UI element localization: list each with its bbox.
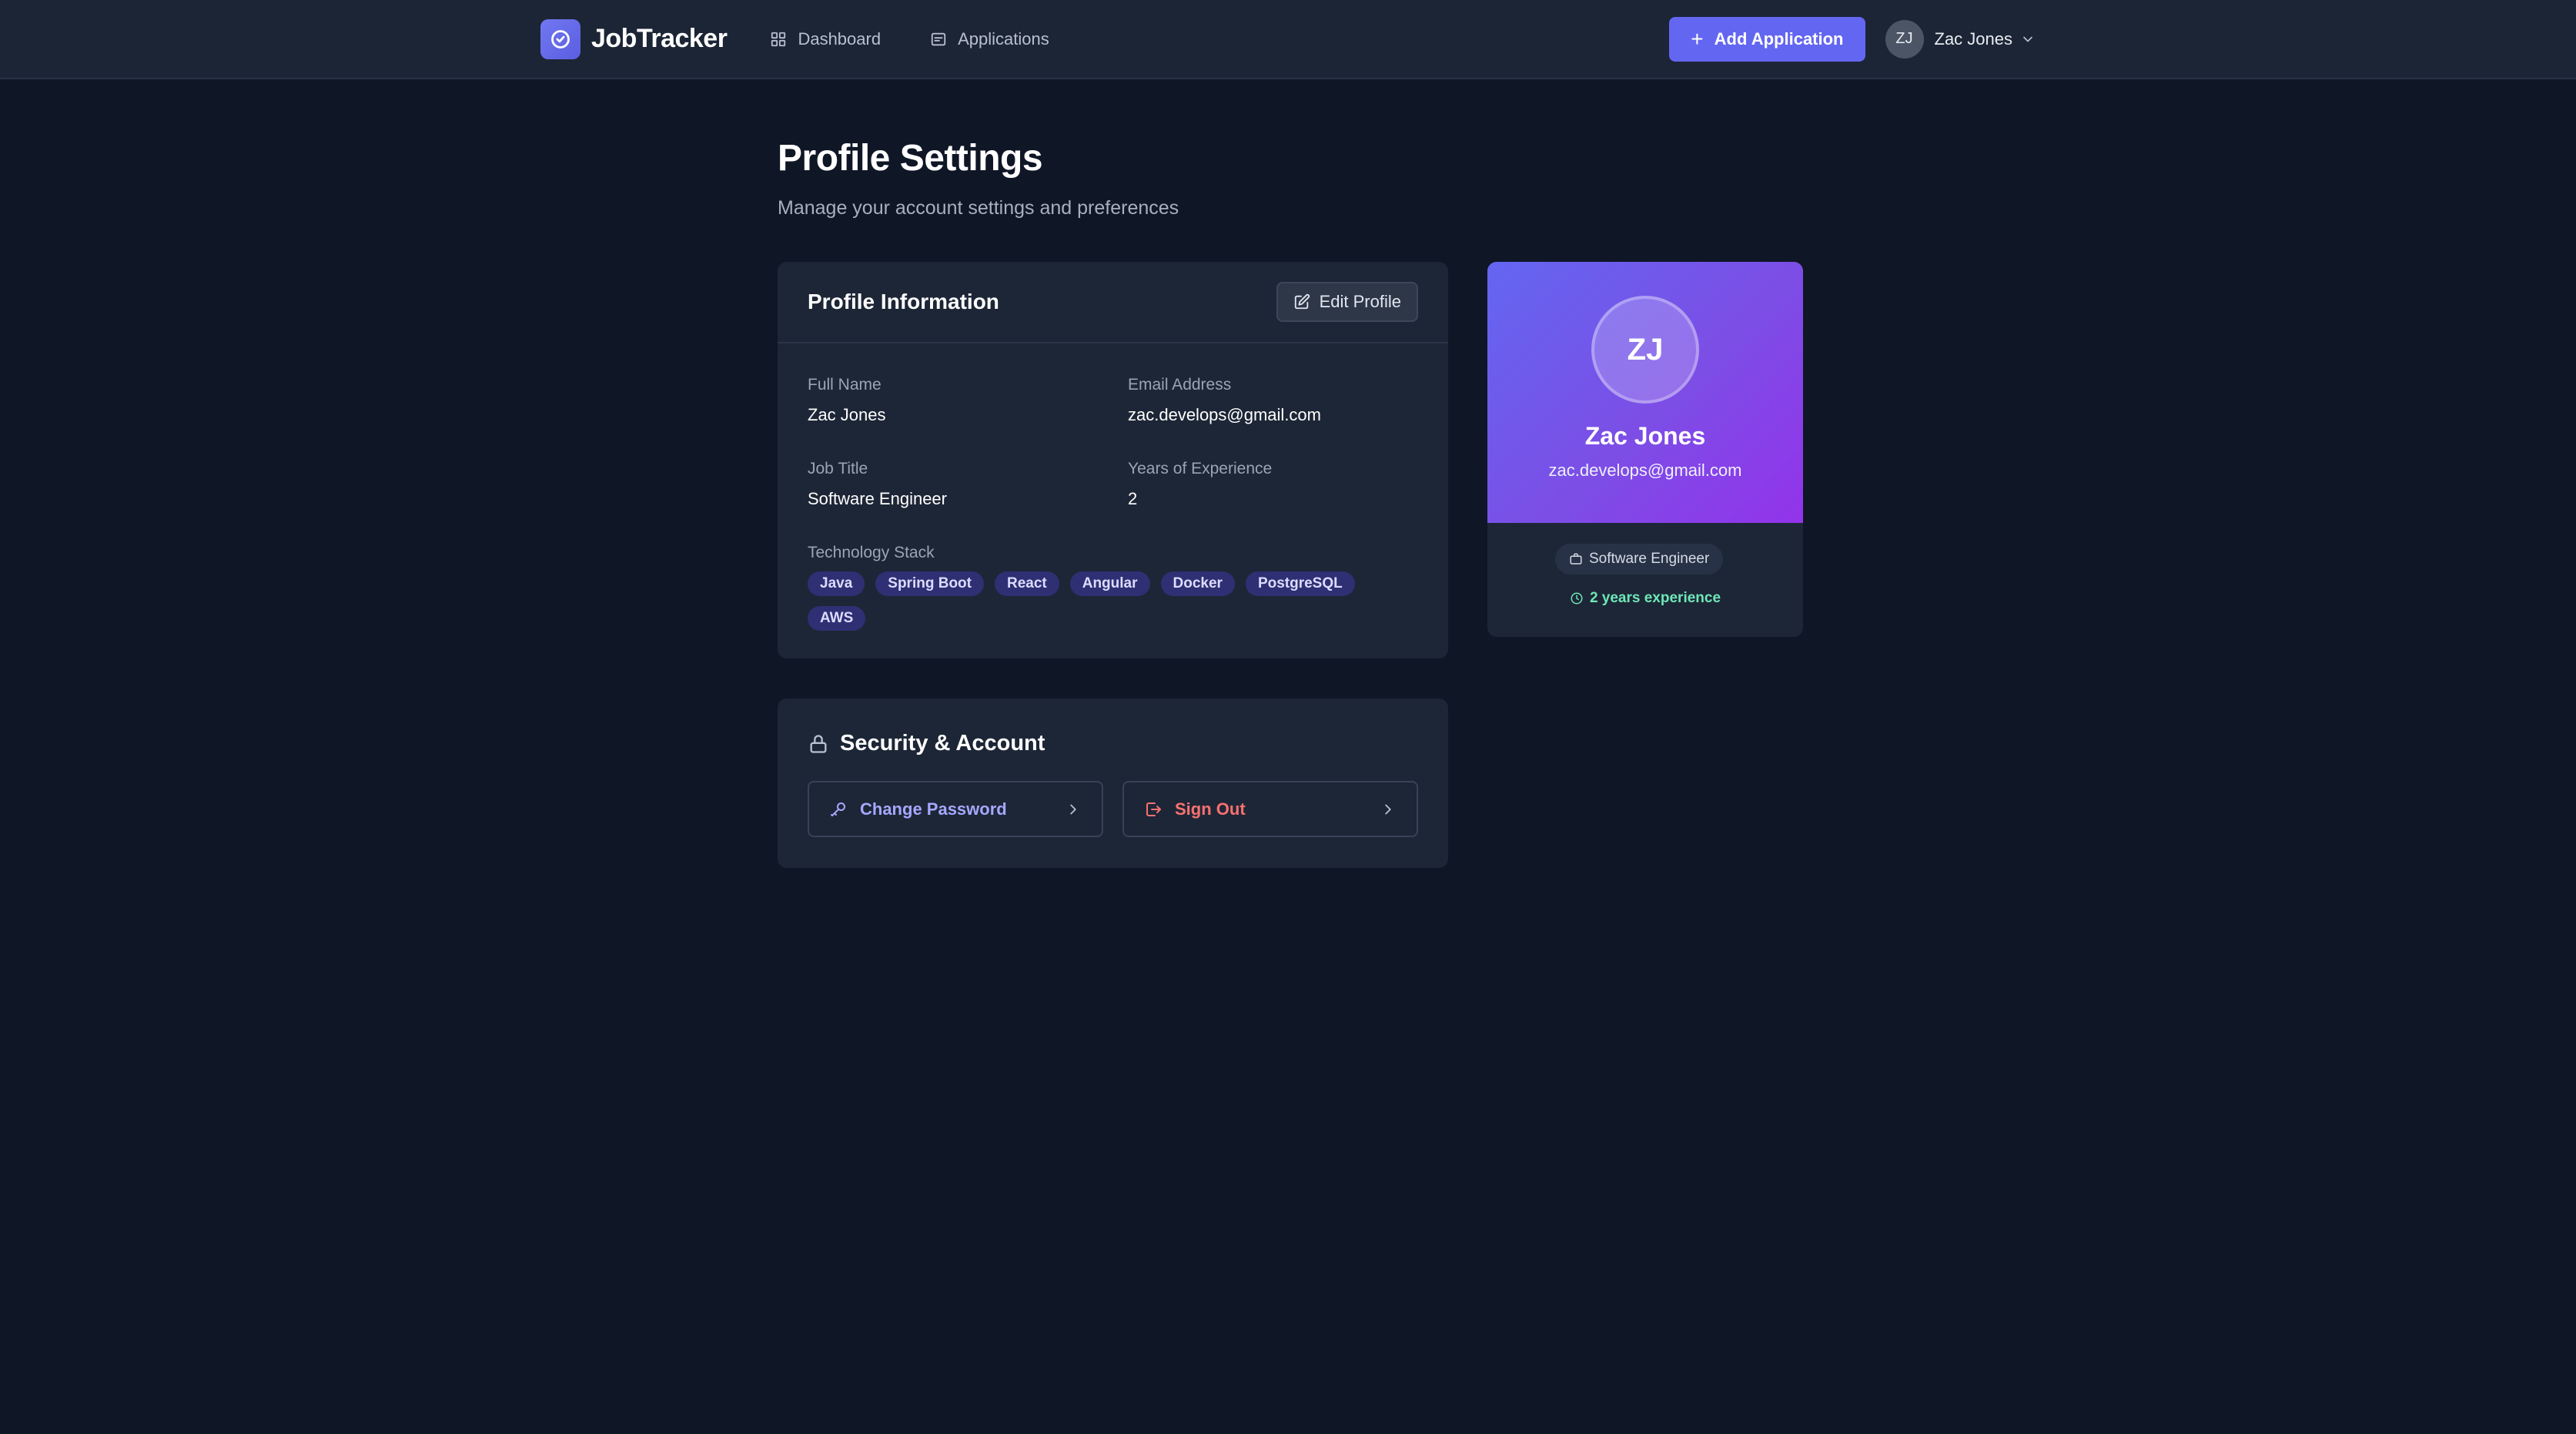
key-icon [831,802,845,816]
tech-tag: Docker [1160,571,1235,596]
job-title-label: Job Title [808,460,868,477]
chevron-down-icon [2023,36,2032,42]
tech-tag: React [994,571,1059,596]
user-menu[interactable]: ZJ Zac Jones [1885,19,2036,59]
list-icon [931,32,946,45]
change-password-label: Change Password [860,799,1007,819]
logout-icon [1146,802,1161,816]
grid-icon [771,32,786,46]
app-name[interactable]: JobTracker [591,24,728,54]
add-application-label: Add Application [1714,28,1844,49]
nav-link-applications[interactable]: Applications [930,29,1049,49]
experience-value: 2 [1128,489,1138,508]
top-navbar: JobTracker Dashboard Applications + Add … [0,0,2576,79]
full-name-value: Zac Jones [808,405,886,424]
profile-summary-email: zac.develops@gmail.com [1548,461,1742,480]
experience-badge-text: 2 years experience [1589,590,1721,606]
job-title-value: Software Engineer [808,489,947,508]
tech-tag: Java [808,571,865,596]
clock-icon [1571,592,1583,605]
sign-out-button[interactable]: Sign Out [1122,781,1418,837]
tech-tag: Spring Boot [875,571,984,596]
experience-badge: 2 years experience [1487,590,1803,607]
plus-icon: + [1691,26,1704,51]
email-value: zac.develops@gmail.com [1128,405,1321,424]
avatar: ZJ [1591,296,1699,404]
security-account-card: Security & Account Change Password Sign … [778,699,1448,868]
nav-link-dashboard-label: Dashboard [798,28,882,49]
nav-link-applications-label: Applications [958,28,1049,49]
tech-tag: AWS [808,606,866,631]
briefcase-icon [1570,553,1582,565]
email-label: Email Address [1128,376,1232,394]
tech-stack-label: Technology Stack [808,544,935,561]
sign-out-label: Sign Out [1175,799,1246,819]
security-title-text: Security & Account [840,731,1045,756]
tech-tag: Angular [1069,571,1150,596]
profile-information-card: Profile Information Edit Profile Full Na… [778,262,1448,658]
add-application-button[interactable]: + Add Application [1669,16,1865,62]
edit-profile-label: Edit Profile [1319,292,1401,311]
experience-label: Years of Experience [1128,460,1273,477]
nav-link-dashboard[interactable]: Dashboard [770,29,881,49]
tech-tag: PostgreSQL [1245,571,1355,596]
chevron-right-icon [1385,804,1391,814]
profile-summary-card: ZJ Zac Jones zac.develops@gmail.com Soft… [1487,262,1803,637]
profile-summary-name: Zac Jones [1584,422,1706,450]
profile-card-header: Profile Information Edit Profile [778,262,1448,343]
security-title: Security & Account [808,731,1045,756]
job-title-badge: Software Engineer [1555,544,1724,575]
tech-stack-tags: Java Spring Boot React Angular Docker Po… [808,571,1408,631]
change-password-button[interactable]: Change Password [808,781,1103,837]
full-name-label: Full Name [808,376,882,394]
page-title: Profile Settings [778,138,1043,179]
page-subtitle: Manage your account settings and prefere… [778,197,1179,219]
lock-icon [810,734,827,753]
edit-icon [1294,293,1310,310]
chevron-right-icon [1070,804,1076,814]
profile-summary-banner: ZJ Zac Jones zac.develops@gmail.com [1487,262,1803,523]
user-name: Zac Jones [1934,28,2013,49]
navbar-inner: JobTracker Dashboard Applications + Add … [540,0,2036,78]
profile-card-title: Profile Information [808,290,999,313]
avatar: ZJ [1885,19,1924,59]
edit-profile-button[interactable]: Edit Profile [1276,282,1418,322]
job-title-badge-text: Software Engineer [1589,551,1710,567]
logo-icon[interactable] [540,18,580,59]
